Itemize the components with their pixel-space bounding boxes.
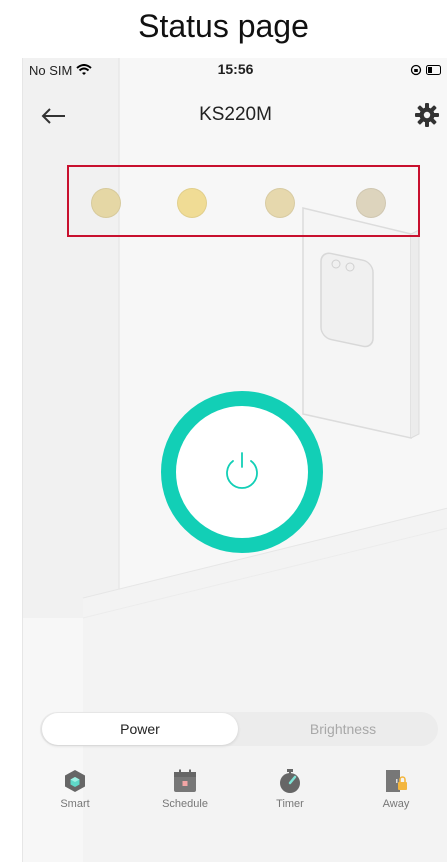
stopwatch-icon [280, 769, 300, 793]
tab-away[interactable]: Away [351, 758, 441, 810]
bottom-tab-bar: Smart Schedule Timer Away [23, 758, 447, 818]
status-bar: No SIM 15:56 [23, 58, 447, 82]
gear-icon[interactable] [412, 100, 442, 130]
door-lock-icon [386, 770, 407, 792]
tab-timer-label: Timer [276, 798, 304, 810]
tab-power[interactable]: Power [42, 713, 238, 745]
page-caption: Status page [138, 8, 309, 44]
tab-schedule[interactable]: Schedule [140, 758, 230, 810]
device-title: KS220M [199, 104, 272, 125]
power-button[interactable] [161, 391, 323, 553]
phone-screen: No SIM 15:56 KS220M Power Brightness Sma… [22, 58, 447, 862]
tab-schedule-label: Schedule [162, 798, 208, 810]
mode-segmented-control: Power Brightness [40, 712, 438, 746]
clock: 15:56 [217, 61, 254, 77]
led-indicator-3 [265, 188, 295, 218]
tab-away-label: Away [382, 798, 410, 810]
tab-timer[interactable]: Timer [245, 758, 335, 810]
calendar-icon [174, 769, 196, 792]
power-icon [226, 452, 258, 489]
cube-icon [65, 770, 85, 792]
led-indicator-highlight [67, 165, 420, 237]
tab-brightness[interactable]: Brightness [250, 712, 436, 746]
navigation-bar: KS220M [23, 94, 447, 138]
led-indicator-1 [91, 188, 121, 218]
tab-smart-label: Smart [60, 798, 90, 810]
led-indicator-4 [356, 188, 386, 218]
led-indicator-2 [177, 188, 207, 218]
tab-smart[interactable]: Smart [30, 758, 120, 810]
